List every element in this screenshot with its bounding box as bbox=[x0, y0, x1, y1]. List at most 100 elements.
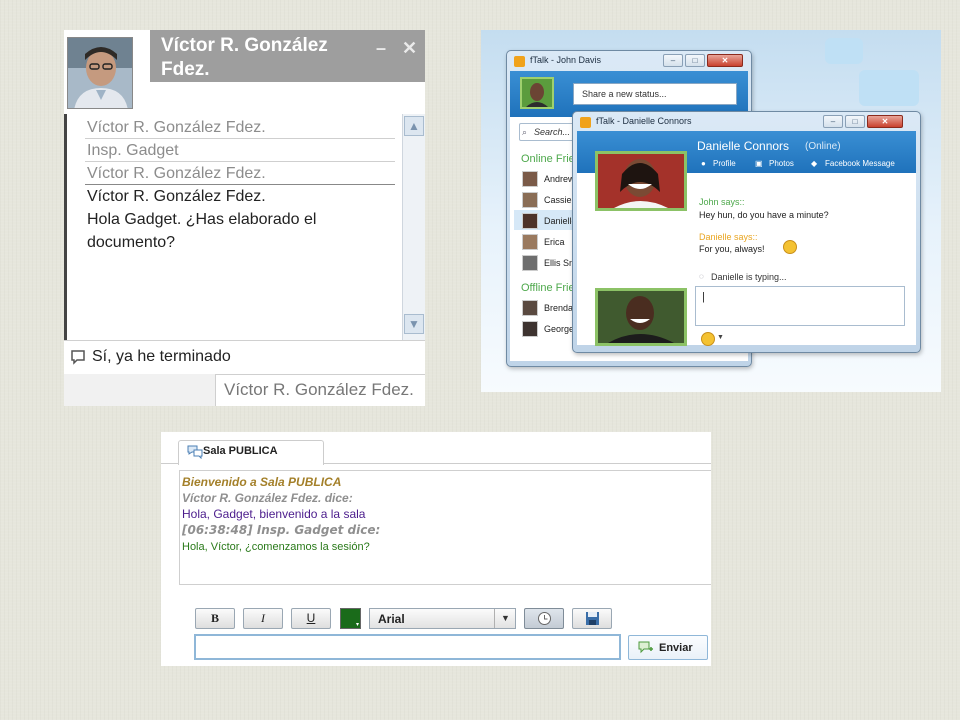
history-line: Víctor R. González Fdez. bbox=[87, 119, 266, 136]
minimize-button[interactable]: – bbox=[663, 54, 683, 67]
maximize-button[interactable]: □ bbox=[685, 54, 705, 67]
ftalk-chat-window: fTalk - Danielle Connors – □ ✕ Danielle … bbox=[572, 111, 921, 353]
underline-button[interactable]: U bbox=[291, 608, 331, 629]
divider bbox=[85, 138, 395, 139]
contact-item[interactable]: Andrew bbox=[544, 174, 575, 184]
send-chat-icon bbox=[638, 641, 653, 654]
message-input[interactable]: Sí, ya he terminado bbox=[64, 340, 425, 374]
bold-label: B bbox=[210, 611, 219, 625]
divider bbox=[494, 609, 495, 628]
contact-item[interactable]: Brenda bbox=[544, 303, 573, 313]
font-select-value: Arial bbox=[378, 612, 405, 626]
speaker-line: Víctor R. González Fdez. dice: bbox=[182, 491, 353, 505]
sender-label: John says:: bbox=[699, 197, 745, 207]
chat-message: For you, always! bbox=[699, 244, 765, 254]
history-line-active: Víctor R. González Fdez. bbox=[87, 188, 266, 205]
typing-indicator: Danielle is typing... bbox=[711, 272, 787, 282]
message-input[interactable] bbox=[194, 634, 621, 660]
contact-item[interactable]: Cassie bbox=[544, 195, 572, 205]
window-title: fTalk - Danielle Connors bbox=[596, 116, 692, 126]
scroll-up-icon[interactable]: ▲ bbox=[404, 116, 424, 136]
divider bbox=[85, 184, 395, 185]
speaker-line: [06:38:48] Insp. Gadget dice: bbox=[182, 523, 381, 537]
send-label: Enviar bbox=[659, 642, 693, 654]
welcome-message: Bienvenido a Sala PUBLICA bbox=[182, 475, 342, 489]
contact-avatar bbox=[522, 321, 538, 337]
floppy-disk-icon bbox=[586, 612, 599, 625]
maximize-button[interactable]: □ bbox=[845, 115, 865, 128]
gadget-chat-window: Víctor R. González Fdez. – ✕ Víctor R. G… bbox=[64, 30, 425, 406]
italic-label: I bbox=[261, 611, 265, 625]
chevron-down-icon: ▾ bbox=[355, 622, 359, 628]
profile-link[interactable]: Profile bbox=[713, 159, 736, 168]
window-title: fTalk - John Davis bbox=[530, 55, 602, 65]
chat-body: Danielle Connors (Online) ● Profile ▣ Ph… bbox=[577, 131, 916, 346]
chat-contact-status: (Online) bbox=[805, 141, 841, 152]
scroll-down-icon[interactable]: ▼ bbox=[404, 314, 424, 334]
contact-avatar bbox=[67, 37, 133, 109]
contact-avatar bbox=[522, 234, 538, 250]
send-button[interactable]: Enviar bbox=[628, 635, 708, 660]
chat-bubbles-icon bbox=[187, 445, 203, 464]
contact-item[interactable]: George bbox=[544, 324, 574, 334]
sala-chat-window: Sala PUBLICA Bienvenido a Sala PUBLICA V… bbox=[161, 432, 711, 666]
status-input[interactable]: Share a new status... bbox=[573, 83, 737, 105]
chat-composer[interactable]: | bbox=[695, 286, 905, 326]
message-history: Víctor R. González Fdez. Insp. Gadget Ví… bbox=[64, 114, 402, 372]
font-select[interactable]: Arial ▼ bbox=[369, 608, 516, 629]
user-avatar[interactable] bbox=[520, 77, 554, 109]
contact-item[interactable]: Erica bbox=[544, 237, 565, 247]
ftalk-logo-icon bbox=[514, 56, 525, 67]
speech-bubble-icon bbox=[70, 349, 86, 369]
search-icon: ⌕ bbox=[522, 127, 528, 137]
ftalk-logo-icon bbox=[580, 117, 591, 128]
chat-contact-name: Danielle Connors bbox=[697, 139, 790, 153]
bubble-decoration bbox=[859, 70, 919, 106]
user-photo bbox=[595, 288, 687, 346]
close-button[interactable]: ✕ bbox=[707, 54, 743, 67]
profile-icon: ● bbox=[701, 159, 706, 168]
contact-avatar bbox=[522, 255, 538, 271]
contact-avatar bbox=[522, 192, 538, 208]
bold-button[interactable]: B bbox=[195, 608, 235, 629]
status-area: Víctor R. González Fdez. bbox=[215, 374, 425, 406]
sender-label: Danielle says:: bbox=[699, 232, 758, 242]
input-text: Sí, ya he terminado bbox=[92, 348, 231, 365]
chat-message: Hola, Gadget, bienvenido a la sala bbox=[182, 507, 366, 521]
divider bbox=[85, 161, 395, 162]
bubble-decoration bbox=[825, 38, 863, 64]
chevron-down-icon[interactable]: ▼ bbox=[717, 334, 724, 341]
chevron-down-icon: ▼ bbox=[501, 613, 510, 623]
minimize-button[interactable]: – bbox=[376, 38, 386, 59]
minimize-button[interactable]: – bbox=[823, 115, 843, 128]
ftalk-screenshot: fTalk - John Davis – □ ✕ Share a new sta… bbox=[481, 30, 941, 392]
chat-message: Hola, Víctor, ¿comenzamos la sesión? bbox=[182, 541, 370, 553]
smiley-icon bbox=[783, 240, 797, 254]
photos-icon: ▣ bbox=[755, 159, 763, 168]
contact-avatar bbox=[522, 300, 538, 316]
close-button[interactable]: ✕ bbox=[867, 115, 903, 128]
contact-avatar bbox=[522, 213, 538, 229]
photos-link[interactable]: Photos bbox=[769, 159, 794, 168]
clock-icon bbox=[538, 612, 551, 625]
typing-icon: ◌ bbox=[699, 272, 704, 281]
contact-avatar bbox=[522, 171, 538, 187]
message-text: documento? bbox=[87, 234, 176, 251]
underline-label: U bbox=[306, 611, 316, 625]
search-input[interactable]: Search... bbox=[519, 123, 579, 141]
emoticon-button[interactable] bbox=[524, 608, 564, 629]
close-button[interactable]: ✕ bbox=[402, 38, 417, 59]
font-color-picker[interactable]: ▾ bbox=[340, 608, 361, 629]
history-line: Insp. Gadget bbox=[87, 142, 179, 159]
save-button[interactable] bbox=[572, 608, 612, 629]
emoticon-picker-icon[interactable] bbox=[701, 332, 715, 346]
footer-status: Víctor R. González Fdez. bbox=[224, 380, 414, 399]
message-icon: ◆ bbox=[811, 159, 818, 168]
contact-name: Víctor R. González Fdez. bbox=[161, 35, 328, 80]
history-line: Víctor R. González Fdez. bbox=[87, 165, 266, 182]
history-scrollbar[interactable]: ▲ ▼ bbox=[402, 114, 425, 372]
italic-button[interactable]: I bbox=[243, 608, 283, 629]
contact-photo bbox=[595, 151, 687, 211]
facebook-message-link[interactable]: Facebook Message bbox=[825, 159, 895, 168]
chat-message: Hey hun, do you have a minute? bbox=[699, 210, 829, 220]
